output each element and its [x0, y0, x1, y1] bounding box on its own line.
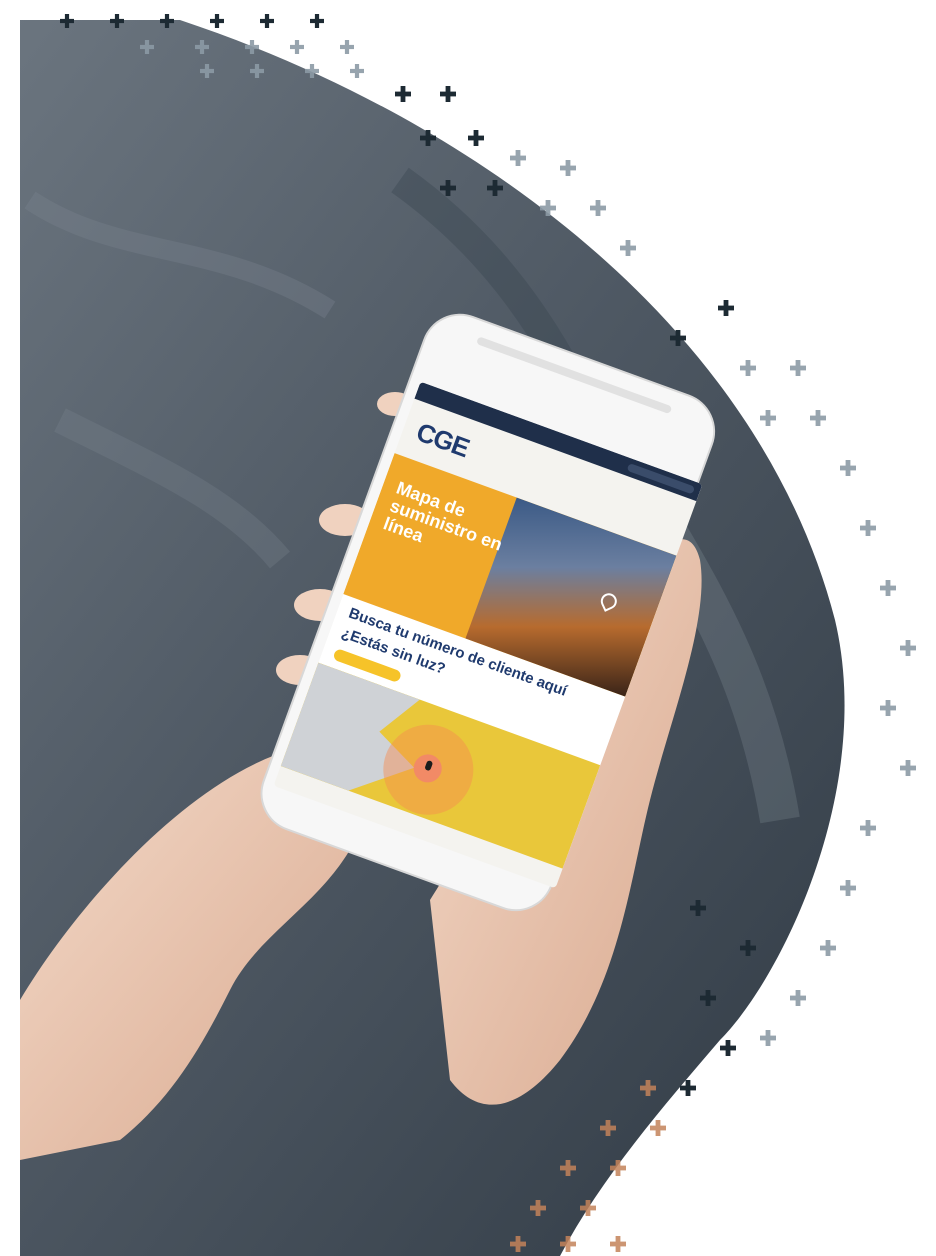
photo-background — [20, 20, 845, 1256]
photo-scene — [20, 14, 916, 1256]
